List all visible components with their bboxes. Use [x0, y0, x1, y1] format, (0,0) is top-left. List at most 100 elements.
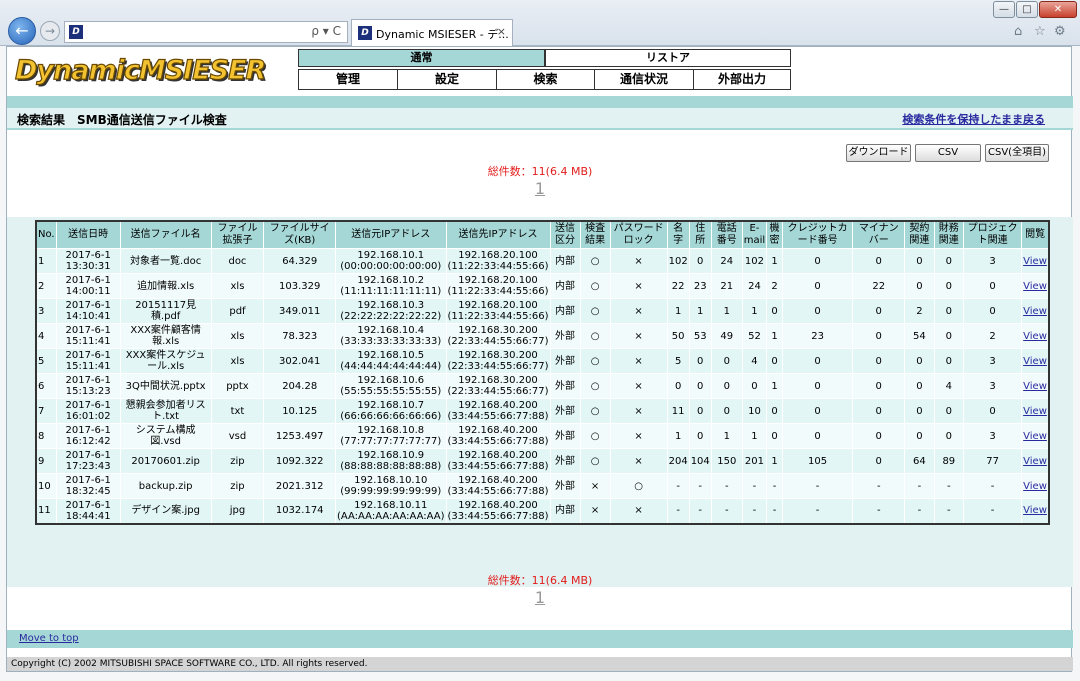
view-link[interactable]: View — [1021, 273, 1050, 299]
results-table: No. 送信日時 送信ファイル名 ファイル拡張子 ファイルサイズ(KB) 送信元IPアドレ… — [35, 220, 1050, 525]
table-cell: ○ — [579, 398, 611, 424]
view-link[interactable]: View — [1021, 498, 1050, 524]
table-cell: 23 — [781, 323, 854, 349]
table-cell: - — [904, 473, 935, 499]
forward-arrow-icon[interactable]: → — [40, 21, 60, 41]
table-cell: 0 — [933, 323, 965, 349]
menu-item-admin[interactable]: 管理 — [298, 69, 398, 90]
table-cell: 1 — [766, 373, 783, 399]
browser-window: ← → D ρ ▾ C D Dynamic MSIESER - デ... × —… — [0, 0, 1080, 681]
table-cell: 192.168.30.200 (22:33:44:55:66:77) — [445, 348, 551, 374]
table-cell: × — [609, 273, 668, 299]
table-cell: 102 — [666, 248, 690, 274]
table-cell: 150 — [710, 448, 743, 474]
table-cell: 0 — [766, 348, 783, 374]
table-cell: 10 — [35, 473, 57, 499]
table-cell: 0 — [766, 423, 783, 449]
favorites-star-icon[interactable]: ☆ — [1034, 24, 1046, 39]
table-cell: 10 — [741, 398, 768, 424]
web-page: DynamicMSIESER 通常 リストア 管理 設定 検索 通信状況 外部出… — [6, 46, 1073, 672]
table-cell: - — [963, 473, 1023, 499]
table-cell: 1 — [666, 298, 690, 324]
back-arrow-icon[interactable]: ← — [8, 17, 36, 45]
table-cell: - — [688, 498, 712, 524]
menu-item-search[interactable]: 検索 — [496, 69, 595, 90]
table-cell: 2017-6-1 16:01:02 — [55, 398, 121, 424]
table-cell: 192.168.30.200 (22:33:44:55:66:77) — [445, 373, 551, 399]
table-cell: - — [904, 498, 935, 524]
menu-item-settings[interactable]: 設定 — [397, 69, 497, 90]
csv-button[interactable]: CSV — [915, 144, 981, 162]
view-link[interactable]: View — [1021, 373, 1050, 399]
view-link[interactable]: View — [1021, 473, 1050, 499]
page-link[interactable]: 1 — [7, 179, 1073, 198]
column-header: E-mail — [741, 220, 768, 249]
table-cell: 0 — [852, 373, 906, 399]
view-link[interactable]: View — [1021, 298, 1050, 324]
table-cell: 192.168.10.2 (11:11:11:11:11:11) — [335, 273, 447, 299]
table-cell: 2017-6-1 14:00:11 — [55, 273, 121, 299]
table-cell: 4 — [35, 323, 57, 349]
column-header: プロジェクト関連 — [963, 220, 1023, 249]
new-tab-button[interactable] — [514, 22, 536, 44]
table-cell: 外部 — [549, 323, 581, 349]
tab-restore[interactable]: リストア — [545, 49, 791, 67]
download-button[interactable]: ダウンロード — [846, 144, 911, 162]
address-controls[interactable]: ρ ▾ C — [311, 24, 341, 38]
view-link[interactable]: View — [1021, 348, 1050, 374]
table-cell: × — [609, 348, 668, 374]
back-with-conditions-link[interactable]: 検索条件を保持したまま戻る — [902, 111, 1045, 127]
table-cell: 1 — [688, 298, 712, 324]
table-cell: × — [579, 473, 611, 499]
csv-all-button[interactable]: CSV(全項目) — [985, 144, 1049, 162]
view-link[interactable]: View — [1021, 248, 1050, 274]
table-cell: 0 — [933, 273, 965, 299]
menu-item-comm-status[interactable]: 通信状況 — [594, 69, 694, 90]
table-cell: 192.168.40.200 (33:44:55:66:77:88) — [445, 398, 551, 424]
table-cell: 0 — [933, 248, 965, 274]
table-cell: 0 — [963, 398, 1023, 424]
table-cell: - — [666, 473, 690, 499]
table-cell: デザイン案.jpg — [119, 498, 212, 524]
table-cell: 24 — [710, 248, 743, 274]
view-link[interactable]: View — [1021, 423, 1050, 449]
browser-tab[interactable]: D Dynamic MSIESER - デ... × — [351, 19, 513, 46]
table-cell: 192.168.10.8 (77:77:77:77:77:77) — [335, 423, 447, 449]
page-link-bottom[interactable]: 1 — [7, 588, 1073, 607]
tab-normal[interactable]: 通常 — [298, 49, 545, 67]
table-cell: 2 — [766, 273, 783, 299]
site-favicon-icon: D — [69, 25, 83, 39]
maximize-icon[interactable]: □ — [1016, 1, 1038, 18]
address-bar[interactable]: D ρ ▾ C — [64, 21, 348, 43]
menu-item-export[interactable]: 外部出力 — [693, 69, 791, 90]
table-cell: 内部 — [549, 273, 581, 299]
table-cell: - — [852, 498, 906, 524]
table-cell: 内部 — [549, 298, 581, 324]
minimize-icon[interactable]: — — [993, 1, 1015, 18]
settings-gear-icon[interactable]: ⚙ — [1054, 24, 1066, 39]
table-cell: 0 — [904, 348, 935, 374]
home-icon[interactable]: ⌂ — [1014, 24, 1022, 39]
table-cell: 0 — [781, 373, 854, 399]
table-cell: - — [933, 498, 965, 524]
view-link[interactable]: View — [1021, 323, 1050, 349]
table-cell: 0 — [963, 298, 1023, 324]
view-link[interactable]: View — [1021, 448, 1050, 474]
table-cell: × — [609, 423, 668, 449]
move-to-top-link[interactable]: Move to top — [19, 633, 79, 644]
table-cell: 0 — [852, 448, 906, 474]
table-cell: 1 — [766, 248, 783, 274]
table-cell: 192.168.40.200 (33:44:55:66:77:88) — [445, 423, 551, 449]
table-cell: 103.329 — [263, 273, 336, 299]
table-cell: 10.125 — [263, 398, 336, 424]
close-icon[interactable]: ✕ — [1039, 1, 1077, 18]
table-cell: 2017-6-1 17:23:43 — [55, 448, 121, 474]
table-cell: 24 — [741, 273, 768, 299]
table-cell: 0 — [904, 398, 935, 424]
table-cell: 20170601.zip — [119, 448, 212, 474]
table-row: 9 2017-6-1 17:23:43 20170601.zip zip 1092.32… — [35, 448, 1050, 474]
table-cell: 0 — [852, 348, 906, 374]
view-link[interactable]: View — [1021, 398, 1050, 424]
tab-close-icon[interactable]: × — [497, 25, 506, 38]
table-cell: 対象者一覧.doc — [119, 248, 212, 274]
